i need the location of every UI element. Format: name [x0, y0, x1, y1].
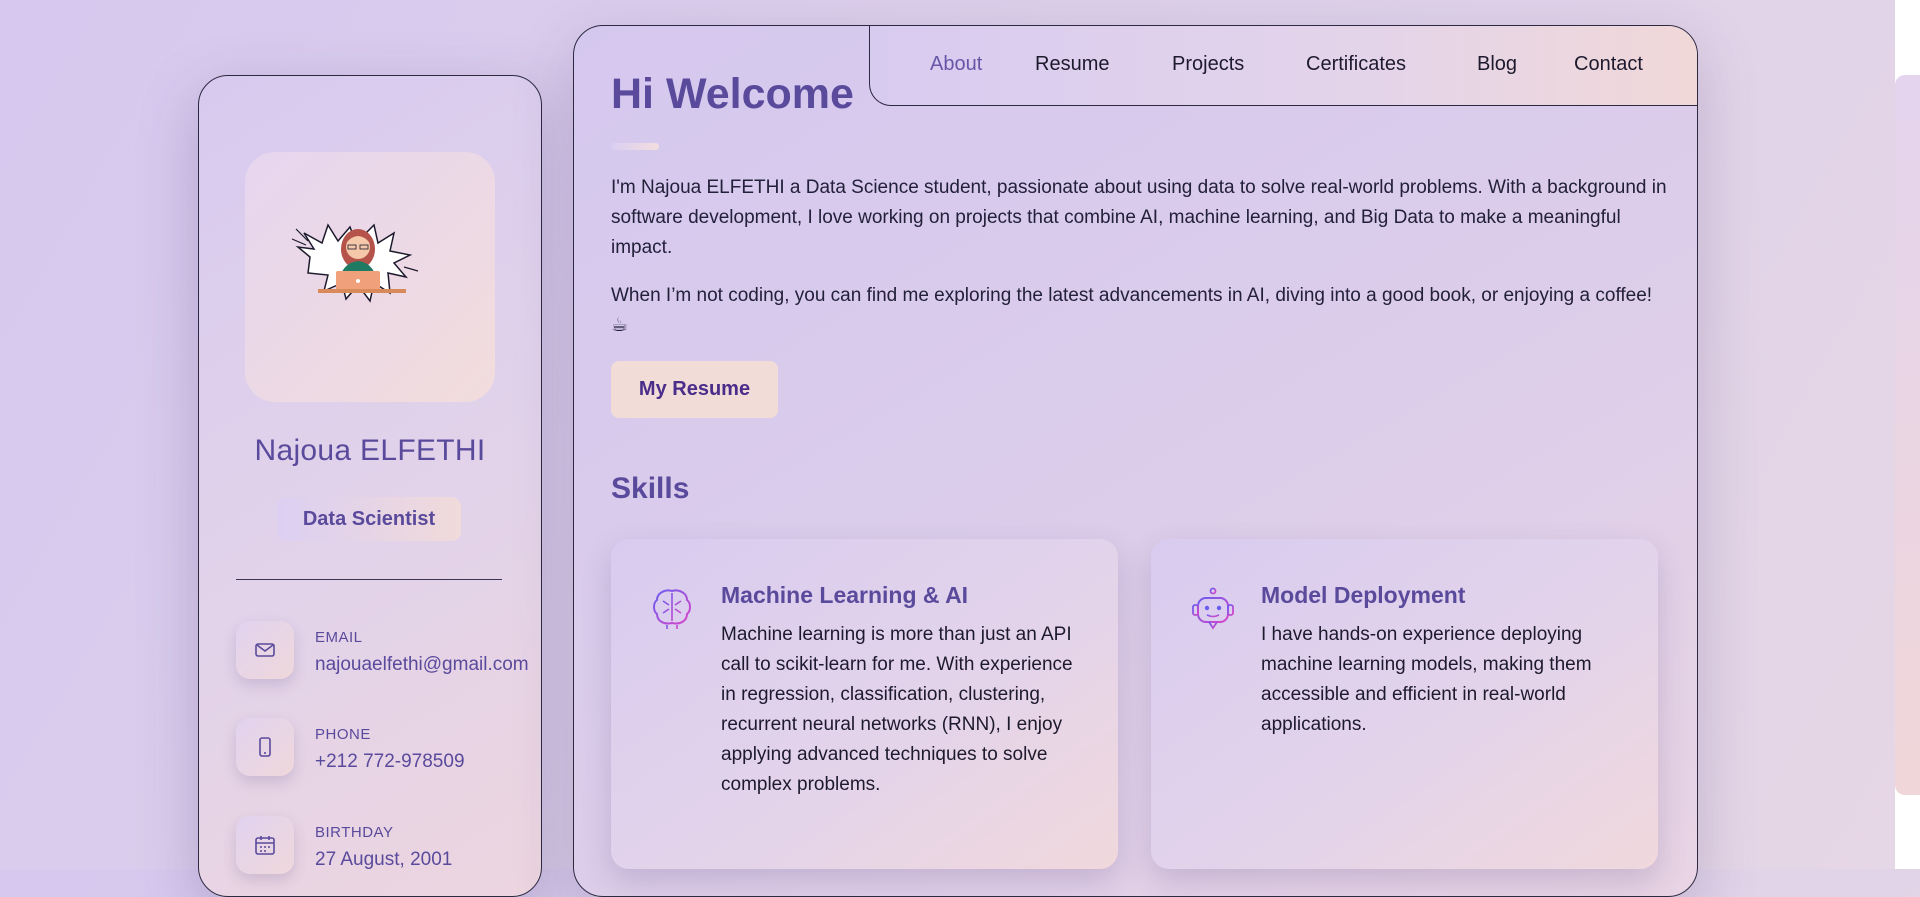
nav-about[interactable]: About — [930, 53, 982, 76]
about-paragraph-2: When I’m not coding, you can find me exp… — [611, 285, 1653, 336]
email-link[interactable]: najouaelfethi@gmail.com — [315, 654, 529, 676]
profile-name: Najoua ELFETHI — [254, 434, 486, 467]
robot-icon — [1192, 587, 1234, 630]
contact-email: EMAIL najouaelfethi@gmail.com — [236, 621, 541, 681]
phone-link[interactable]: +212 772-978509 — [315, 751, 465, 773]
main-panel: About Resume Projects Certificates Blog … — [573, 25, 1698, 897]
skill-title-ml: Machine Learning & AI — [721, 582, 969, 608]
nav-resume[interactable]: Resume — [1035, 53, 1109, 76]
page-title: Hi Welcome — [611, 70, 854, 118]
title-underline — [611, 143, 659, 150]
profile-sidebar: Najoua ELFETHI Data Scientist EMAIL najo… — [198, 75, 542, 897]
brain-icon — [653, 589, 691, 629]
nav-projects[interactable]: Projects — [1172, 53, 1244, 76]
birthday-value: 27 August, 2001 — [315, 849, 453, 870]
contact-birthday: BIRTHDAY 27 August, 2001 — [236, 816, 541, 876]
skill-card-deployment: Model Deployment I have hands-on experie… — [1151, 539, 1658, 869]
skill-card-ml: Machine Learning & AI Machine learning i… — [611, 539, 1118, 869]
skills-heading: Skills — [611, 472, 690, 505]
nav-certificates[interactable]: Certificates — [1306, 53, 1406, 76]
mail-icon — [236, 621, 294, 679]
contact-phone: PHONE +212 772-978509 — [236, 718, 541, 778]
my-resume-button[interactable]: My Resume — [611, 361, 778, 418]
nav-contact[interactable]: Contact — [1574, 53, 1643, 76]
phone-icon — [236, 718, 294, 776]
birthday-label: BIRTHDAY — [315, 824, 394, 841]
calendar-icon — [236, 816, 294, 874]
skill-text-ml: Machine learning is more than just an AP… — [721, 624, 1073, 795]
phone-label: PHONE — [315, 726, 371, 743]
nav-blog[interactable]: Blog — [1477, 53, 1517, 76]
avatar — [245, 152, 495, 402]
skill-text-deployment: I have hands-on experience deploying mac… — [1261, 624, 1592, 735]
about-paragraph-1: I'm Najoua ELFETHI a Data Science studen… — [611, 177, 1667, 258]
avatar-illustration — [291, 223, 419, 303]
email-label: EMAIL — [315, 629, 363, 646]
navbar: About Resume Projects Certificates Blog … — [869, 26, 1697, 106]
skill-title-deployment: Model Deployment — [1261, 582, 1466, 608]
role-badge: Data Scientist — [277, 497, 461, 541]
next-card-edge — [1895, 75, 1920, 795]
sidebar-divider — [236, 579, 502, 580]
